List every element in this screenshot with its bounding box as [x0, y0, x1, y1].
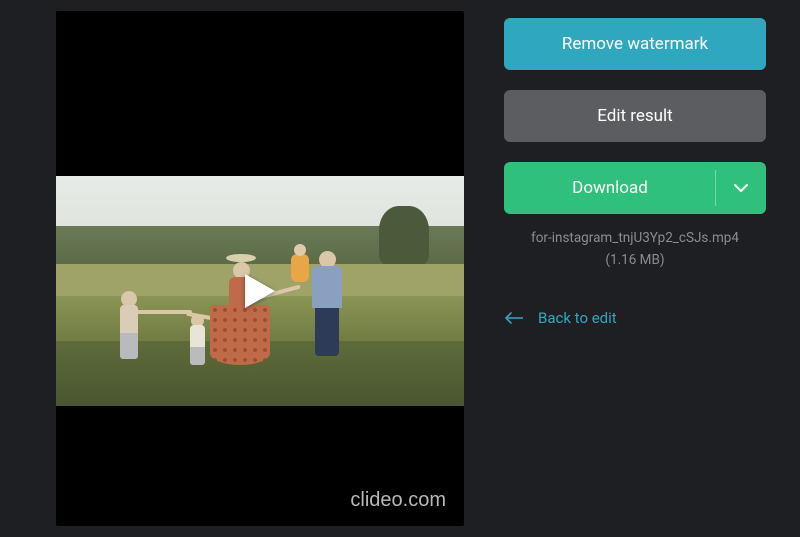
- play-icon[interactable]: [240, 271, 280, 311]
- download-button[interactable]: Download: [504, 162, 766, 214]
- video-thumbnail: [56, 176, 464, 406]
- edit-result-button[interactable]: Edit result: [504, 90, 766, 142]
- preview-area: clideo.com: [0, 0, 470, 537]
- remove-watermark-button[interactable]: Remove watermark: [504, 18, 766, 70]
- chevron-down-icon[interactable]: [716, 162, 766, 214]
- back-to-edit-link[interactable]: Back to edit: [504, 309, 766, 327]
- file-name: for-instagram_tnjU3Yp2_cSJs.mp4: [504, 228, 766, 250]
- file-info: for-instagram_tnjU3Yp2_cSJs.mp4 (1.16 MB…: [504, 228, 766, 271]
- watermark-text: clideo.com: [350, 489, 446, 512]
- download-button-label: Download: [572, 178, 648, 198]
- back-label: Back to edit: [538, 309, 617, 327]
- file-size: (1.16 MB): [504, 250, 766, 272]
- side-panel: Remove watermark Edit result Download fo…: [470, 0, 800, 537]
- video-frame[interactable]: clideo.com: [56, 11, 464, 526]
- arrow-left-icon: [504, 312, 524, 324]
